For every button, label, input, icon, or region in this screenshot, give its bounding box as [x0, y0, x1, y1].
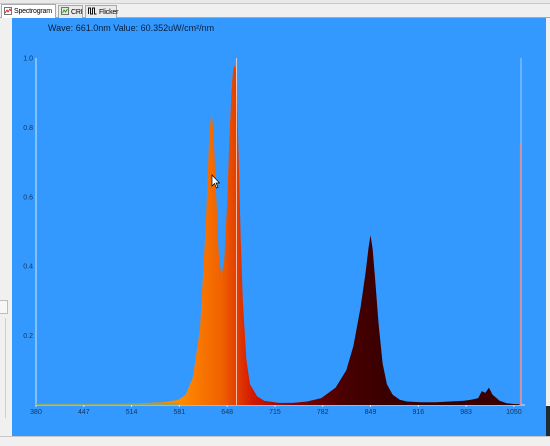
- tab-label: Flicker: [99, 8, 119, 16]
- y-tick-label: 0.6: [23, 194, 33, 201]
- chart-axes: [35, 58, 525, 406]
- status-strip: [0, 436, 550, 446]
- x-tick-label: 648: [221, 409, 233, 416]
- x-tick-label: 514: [126, 409, 138, 416]
- x-tick-label: 983: [460, 409, 472, 416]
- tab-bar: Spectrogram CRI Flicker: [0, 4, 550, 18]
- x-tick-label: 581: [174, 409, 186, 416]
- y-axis-ticks: 0.2 0.4 0.6 0.8 1.0: [23, 56, 33, 341]
- spectrum-plot-area[interactable]: Wave: 661.0nm Value: 60.352uW/cm²/nm 380…: [12, 18, 546, 436]
- panel-splitter-handle[interactable]: [0, 300, 8, 314]
- flicker-icon: [88, 7, 97, 17]
- tab-label: CRI: [71, 8, 83, 16]
- panel-divider: [0, 318, 6, 418]
- x-tick-label: 715: [269, 409, 281, 416]
- right-edge: [546, 18, 550, 446]
- cri-icon: [61, 7, 69, 17]
- x-tick-label: 447: [78, 409, 90, 416]
- y-tick-label: 1.0: [23, 56, 33, 63]
- x-tick-label: 1050: [506, 409, 522, 416]
- left-panel-edge: [0, 18, 10, 446]
- tab-spectrogram[interactable]: Spectrogram: [1, 4, 56, 18]
- right-marker: [519, 58, 522, 405]
- tab-label: Spectrogram: [14, 8, 52, 15]
- x-tick-label: 782: [317, 409, 329, 416]
- x-tick-label: 916: [412, 409, 424, 416]
- y-tick-label: 0.2: [23, 333, 33, 340]
- x-tick-label: 849: [365, 409, 377, 416]
- spectrum-series: [36, 64, 521, 406]
- tab-flicker[interactable]: Flicker: [85, 5, 119, 18]
- x-tick-label: 380: [30, 409, 42, 416]
- tab-cri[interactable]: CRI: [58, 5, 83, 18]
- spectrogram-icon: [4, 6, 12, 17]
- x-axis-ticks: 380 447 514 581 648 715 782 849 916 983 1050: [30, 405, 522, 416]
- y-tick-label: 0.8: [23, 125, 33, 132]
- spectrum-area: [36, 64, 521, 406]
- y-tick-label: 0.4: [23, 264, 33, 271]
- spectrum-chart[interactable]: 380 447 514 581 648 715 782 849 916 983 1050 0.20.…: [12, 18, 546, 436]
